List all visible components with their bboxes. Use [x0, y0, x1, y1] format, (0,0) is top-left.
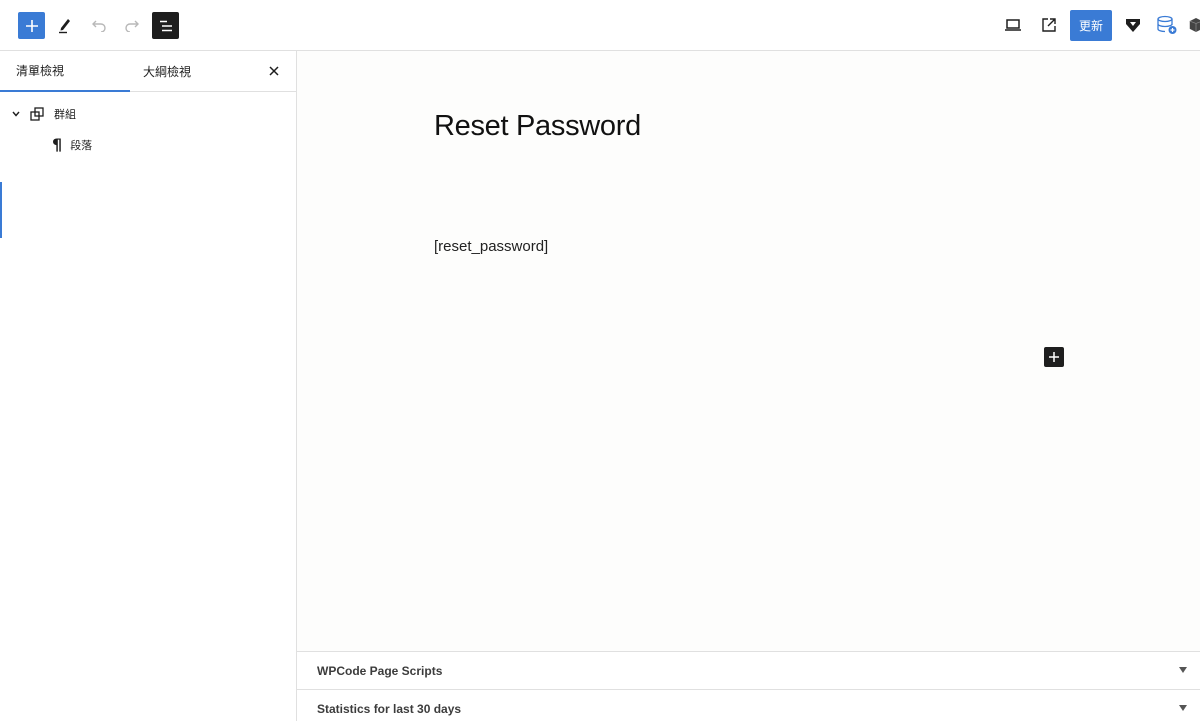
undo-icon	[92, 20, 106, 32]
metabox-wpcode[interactable]: WPCode Page Scripts	[297, 651, 1200, 689]
pencil-icon	[59, 19, 70, 34]
metabox-title: WPCode Page Scripts	[317, 663, 443, 678]
external-link-icon	[1042, 18, 1056, 32]
close-icon	[269, 66, 279, 76]
preview-button[interactable]	[1001, 13, 1025, 37]
plus-icon	[1049, 352, 1059, 362]
tools-button[interactable]	[54, 13, 76, 37]
sidebar-focus-edge	[0, 182, 2, 238]
plugin-cube-icon	[1189, 18, 1200, 32]
chevron-down-icon[interactable]	[8, 106, 24, 122]
block-inserter-button[interactable]	[1044, 347, 1064, 367]
plus-icon	[25, 19, 38, 32]
plugin-cube-button[interactable]	[1189, 13, 1200, 37]
view-post-button[interactable]	[1037, 13, 1061, 37]
list-view-icon	[159, 20, 172, 31]
close-sidebar-button[interactable]	[264, 61, 284, 81]
list-item-group[interactable]: 群組	[8, 103, 76, 125]
update-button[interactable]: 更新	[1070, 10, 1112, 41]
laptop-icon	[1005, 19, 1021, 31]
editor-toolbar: 更新	[0, 0, 1200, 51]
sidebar-tabs: 清單檢視 大綱檢視	[0, 51, 296, 92]
undo-button[interactable]	[88, 13, 110, 37]
triangle-down-icon[interactable]	[1179, 666, 1187, 674]
triangle-down-icon[interactable]	[1179, 704, 1187, 712]
metabox-statistics[interactable]: Statistics for last 30 days	[297, 689, 1200, 721]
post-title[interactable]: Reset Password	[434, 110, 641, 143]
list-item-label: 群組	[54, 109, 76, 121]
group-icon	[28, 105, 46, 123]
paragraph-icon: ¶	[52, 135, 63, 154]
plugin-database-button[interactable]	[1154, 13, 1180, 37]
metabox-title: Statistics for last 30 days	[317, 701, 462, 716]
paragraph-block[interactable]: [reset_password]	[434, 238, 548, 255]
tab-outline[interactable]: 大綱檢視	[130, 51, 260, 92]
editor-canvas[interactable]: Reset Password [reset_password]	[297, 51, 1200, 651]
database-icon	[1157, 15, 1177, 34]
list-item-paragraph[interactable]: ¶ 段落	[52, 134, 92, 156]
add-block-button[interactable]	[18, 12, 45, 39]
plugin-shield-button[interactable]	[1121, 13, 1145, 37]
list-item-label: 段落	[70, 140, 93, 152]
list-view-sidebar: 清單檢視 大綱檢視 群組 ¶ 段落	[0, 51, 297, 721]
redo-button[interactable]	[121, 13, 143, 37]
redo-icon	[125, 20, 139, 32]
shield-g-icon	[1126, 19, 1140, 32]
tab-list-view[interactable]: 清單檢視	[0, 51, 130, 92]
list-view-button[interactable]	[152, 12, 179, 39]
